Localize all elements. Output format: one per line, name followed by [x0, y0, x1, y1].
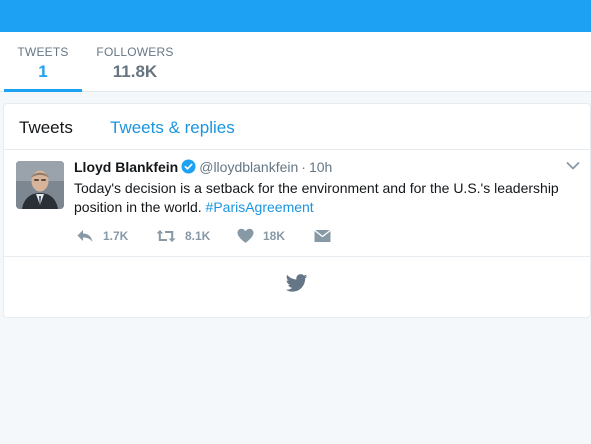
heart-icon — [237, 228, 254, 243]
stat-tweets[interactable]: TWEETS 1 — [4, 32, 82, 92]
reply-count: 1.7K — [103, 229, 129, 243]
reply-button[interactable]: 1.7K — [76, 228, 128, 244]
tab-tweets-and-replies[interactable]: Tweets & replies — [110, 118, 235, 138]
avatar[interactable] — [16, 161, 64, 209]
stat-tweets-label: TWEETS — [17, 45, 69, 59]
tweet-author-handle[interactable]: @lloydblankfein — [199, 159, 298, 175]
tweet-text: Today's decision is a setback for the en… — [74, 179, 584, 217]
top-nav-bar — [0, 0, 591, 32]
tweet-item[interactable]: Lloyd Blankfein @lloydblankfein · 10h Today… — [4, 150, 590, 257]
retweet-count: 8.1K — [185, 229, 211, 243]
stat-followers[interactable]: FOLLOWERS 11.8K — [92, 32, 178, 92]
like-count: 18K — [263, 229, 286, 243]
stat-followers-value: 11.8K — [112, 62, 158, 81]
retweet-button[interactable]: 8.1K — [156, 228, 210, 244]
separator-dot: · — [301, 159, 306, 175]
verified-icon — [181, 159, 196, 177]
tweet-author-name[interactable]: Lloyd Blankfein — [74, 159, 178, 175]
tweet-timestamp[interactable]: 10h — [309, 159, 332, 175]
tweet-header: Lloyd Blankfein @lloydblankfein · 10h — [74, 159, 332, 177]
tweet-body: Today's decision is a setback for the en… — [74, 180, 559, 215]
tab-tweets[interactable]: Tweets — [19, 118, 73, 138]
stat-tweets-value: 1 — [38, 62, 48, 81]
twitter-bird-icon — [285, 274, 308, 297]
reply-icon — [77, 230, 93, 242]
direct-message-button[interactable] — [314, 228, 340, 243]
envelope-icon — [314, 229, 331, 242]
like-button[interactable]: 18K — [237, 228, 285, 244]
timeline-tabs: Tweets Tweets & replies — [4, 104, 590, 150]
profile-stats-bar: TWEETS 1 FOLLOWERS 11.8K — [0, 32, 591, 92]
stat-followers-label: FOLLOWERS — [96, 45, 174, 59]
retweet-icon — [156, 230, 176, 242]
hashtag-link[interactable]: #ParisAgreement — [206, 199, 314, 215]
timeline-card: Tweets Tweets & replies Lloyd Blankfein @… — [3, 103, 591, 318]
chevron-down-icon[interactable] — [566, 158, 580, 176]
